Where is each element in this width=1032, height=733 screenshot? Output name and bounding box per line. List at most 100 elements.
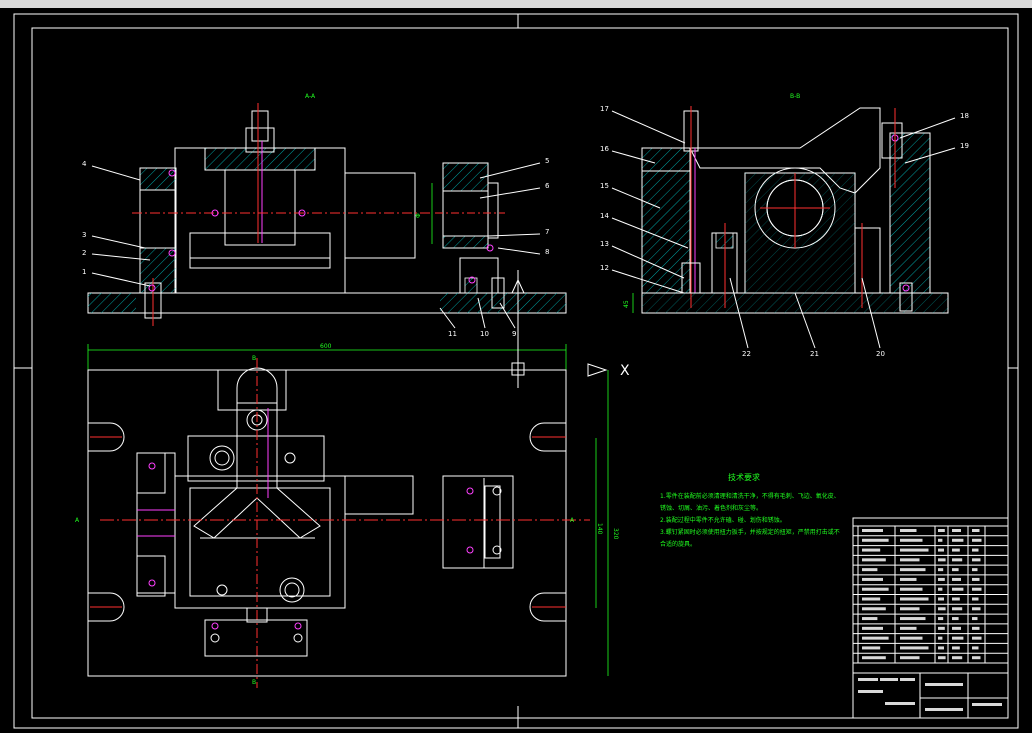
parts-table-cell-text: [900, 558, 920, 562]
part-num-9: 9: [512, 330, 516, 338]
parts-table-cell-text: [938, 577, 945, 581]
parts-table-cell-text: [862, 607, 886, 611]
plan-view[interactable]: 600 320 140 A A B B X: [75, 338, 630, 688]
parts-table-cell-text: [952, 656, 963, 660]
parts-table-cell-text: [952, 617, 959, 621]
parts-table-cell-text: [938, 617, 944, 621]
parts-table-cell-text: [972, 558, 981, 562]
title-block-text: [858, 678, 878, 681]
section-mark-b-bottom: B: [252, 679, 256, 686]
part-num-21: 21: [810, 350, 819, 358]
parts-table-cell-text: [972, 587, 982, 591]
section-b-label: B-B: [790, 93, 800, 100]
parts-table-cell-text: [972, 529, 980, 532]
tech-req-line-1: 1.零件在装配前必须清理和清洗干净，不得有毛刺、飞边、氧化皮、: [660, 492, 840, 500]
parts-table-cell-text: [938, 626, 945, 630]
parts-table-cell-text: [900, 617, 926, 621]
parts-table-cell-text: [972, 538, 982, 542]
cad-drawing-canvas[interactable]: A-A Φ 4 3 2 1 5 6 7 8 11 10 9 B-B 45 17 …: [0, 8, 1032, 733]
title-block-text: [925, 708, 963, 711]
parts-table-cell-text: [952, 548, 960, 552]
part-num-19: 19: [960, 142, 969, 150]
parts-table-cell-text: [972, 607, 981, 611]
dim-height-b: 45: [623, 300, 630, 308]
dim-overall-length: 600: [320, 343, 332, 350]
parts-table-cell-text: [938, 597, 944, 601]
part-num-12: 12: [600, 264, 609, 272]
part-num-7: 7: [545, 228, 549, 236]
parts-table-cell-text: [862, 548, 881, 552]
part-num-13: 13: [600, 240, 609, 248]
parts-table-cell-text: [972, 636, 982, 640]
parts-table-cell-text: [862, 568, 878, 572]
part-num-1: 1: [82, 268, 86, 276]
part-num-8: 8: [545, 248, 549, 256]
parts-table-cell-text: [900, 548, 929, 552]
parts-table-cell-text: [972, 656, 981, 660]
tech-req-line-5: 合适的旋具。: [660, 540, 696, 548]
parts-table-cell-text: [900, 607, 920, 611]
parts-table-cell-text: [952, 558, 963, 562]
section-mark-a-left: A: [75, 517, 80, 524]
parts-table-cell-text: [972, 597, 979, 601]
part-num-6: 6: [545, 182, 550, 190]
parts-table-cell-text: [938, 646, 944, 650]
part-num-10: 10: [480, 330, 489, 338]
parts-table-cell-text: [938, 656, 946, 660]
title-block-text: [880, 678, 898, 681]
parts-table-cell-text: [862, 529, 883, 532]
parts-table-cell-text: [952, 646, 960, 650]
title-strip: [0, 0, 1032, 8]
section-a-view[interactable]: A-A Φ 4 3 2 1 5 6 7 8 11 10 9: [82, 93, 567, 338]
title-block-text: [885, 702, 915, 705]
parts-table-cell-text: [972, 626, 980, 630]
parts-table-cell-text: [972, 568, 978, 572]
parts-table-cell-text: [900, 529, 917, 532]
section-a-label: A-A: [305, 93, 316, 100]
parts-table-cell-text: [972, 617, 978, 621]
part-num-16: 16: [600, 145, 609, 153]
parts-table-cell-text: [862, 617, 878, 621]
parts-table-cell-text: [862, 538, 889, 542]
section-b-view[interactable]: B-B 45 17 16 15 14 13 12 18 19 22 21 20: [600, 93, 969, 358]
part-num-18: 18: [960, 112, 969, 120]
parts-table-cell-text: [862, 646, 881, 650]
parts-table-cell-text: [952, 597, 960, 601]
title-block-text: [972, 703, 1002, 706]
part-num-5: 5: [545, 157, 549, 165]
parts-table-cell-text: [862, 597, 881, 601]
parts-list-table[interactable]: [852, 517, 1009, 719]
parts-table-cell-text: [938, 548, 944, 552]
parts-table-cell-text: [938, 587, 943, 591]
parts-table-cell-text: [900, 577, 917, 581]
parts-table-cell-text: [952, 607, 963, 611]
parts-table-cell-text: [952, 587, 964, 591]
tech-req-title: 技术要求: [728, 472, 760, 482]
parts-table-cell-text: [938, 529, 945, 532]
parts-table-cell-text: [972, 548, 979, 552]
parts-table-cell-text: [952, 529, 961, 532]
parts-table-cell-text: [862, 626, 883, 630]
parts-table-cell-text: [900, 538, 923, 542]
tech-req-line-2: 锈蚀、切屑、油污、着色剂和灰尘等。: [660, 504, 762, 512]
part-num-11: 11: [448, 330, 457, 338]
drawing-frame: [13, 13, 1019, 729]
parts-table-cell-text: [900, 646, 929, 650]
parts-table-cell-text: [938, 568, 944, 572]
technical-requirements: 技术要求 1.零件在装配前必须清理和清洗干净，不得有毛刺、飞边、氧化皮、 锈蚀、…: [660, 472, 840, 548]
parts-table-cell-text: [862, 636, 889, 640]
dim-height-left: 140: [596, 523, 603, 535]
parts-table-cell-text: [900, 656, 920, 660]
parts-table-cell-text: [972, 577, 980, 581]
parts-table-cell-text: [952, 626, 961, 630]
part-num-4: 4: [82, 160, 87, 168]
axis-x-icon: X: [620, 363, 630, 379]
dim-overall-width: 320: [612, 528, 619, 540]
parts-table-cell-text: [900, 568, 926, 572]
parts-table-cell-text: [900, 626, 917, 630]
section-mark-b-top: B: [252, 355, 256, 362]
parts-table-cell-text: [862, 587, 889, 591]
part-num-20: 20: [876, 350, 885, 358]
parts-table-cell-text: [862, 577, 883, 581]
tech-req-line-4: 3.螺钉紧固时必须使用扭力扳手，并按规定的扭矩，严禁用打击或不: [660, 528, 840, 536]
